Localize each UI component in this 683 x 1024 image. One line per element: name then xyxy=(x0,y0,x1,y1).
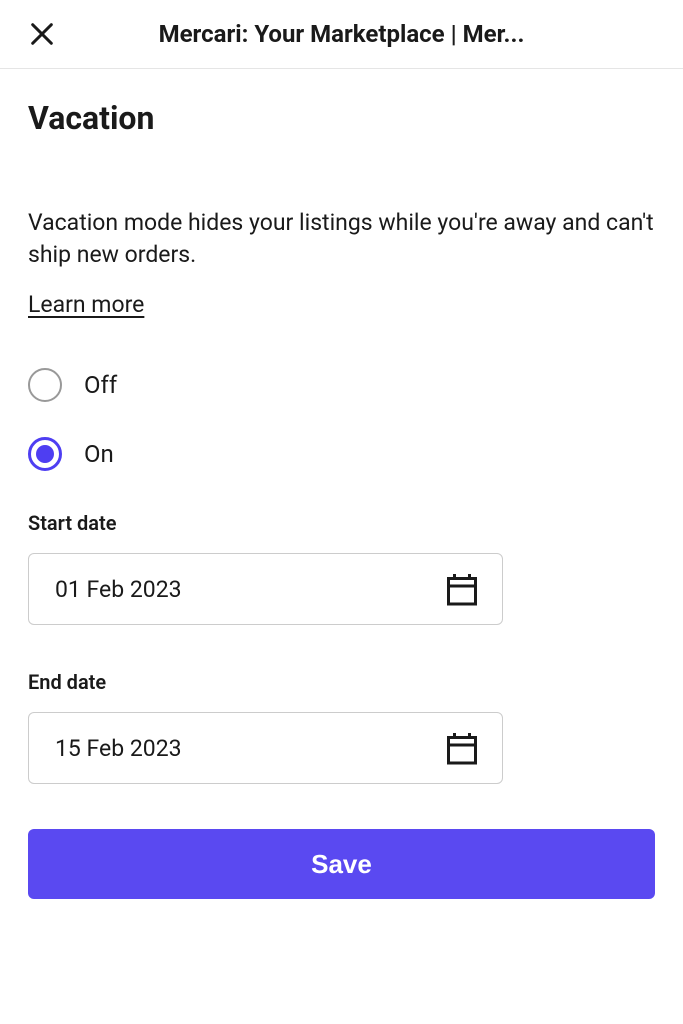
end-date-field: End date 15 Feb 2023 xyxy=(28,670,655,784)
radio-option-off[interactable]: Off xyxy=(28,368,655,402)
start-date-label: Start date xyxy=(28,511,655,535)
radio-label-off: Off xyxy=(84,371,117,399)
start-date-value: 01 Feb 2023 xyxy=(55,576,182,603)
start-date-input[interactable]: 01 Feb 2023 xyxy=(28,553,503,625)
learn-more-link[interactable]: Learn more xyxy=(28,291,144,318)
close-button[interactable] xyxy=(28,20,56,48)
header: Mercari: Your Marketplace | Mer... xyxy=(0,0,683,69)
save-button[interactable]: Save xyxy=(28,829,655,899)
close-icon xyxy=(28,20,56,48)
radio-label-on: On xyxy=(84,440,114,468)
end-date-label: End date xyxy=(28,670,655,694)
radio-option-on[interactable]: On xyxy=(28,437,655,471)
vacation-mode-radio-group: Off On xyxy=(28,368,655,471)
header-title: Mercari: Your Marketplace | Mer... xyxy=(76,20,607,48)
end-date-value: 15 Feb 2023 xyxy=(55,735,182,762)
start-date-field: Start date 01 Feb 2023 xyxy=(28,511,655,625)
calendar-icon xyxy=(444,571,480,607)
calendar-icon xyxy=(444,730,480,766)
radio-circle-unselected xyxy=(28,368,62,402)
end-date-input[interactable]: 15 Feb 2023 xyxy=(28,712,503,784)
radio-circle-selected xyxy=(28,437,62,471)
description: Vacation mode hides your listings while … xyxy=(28,207,655,271)
content: Vacation Vacation mode hides your listin… xyxy=(0,69,683,899)
page-title: Vacation xyxy=(28,99,655,137)
